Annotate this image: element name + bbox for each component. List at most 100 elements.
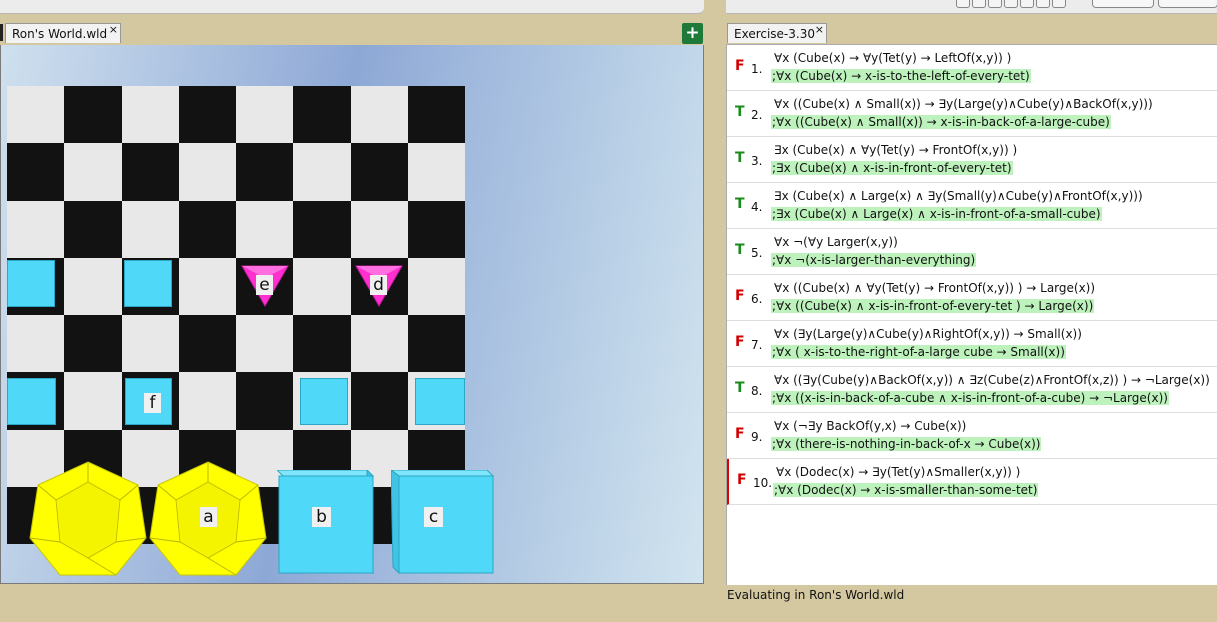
sentence-formula[interactable]: ∀x (Dodec(x) → ∃y(Tet(y)∧Smaller(x,y)) ) xyxy=(776,465,1020,479)
sentence-row[interactable]: T 3. ∃x (Cube(x) ∧ ∀y(Tet(y) → FrontOf(x,y… xyxy=(727,137,1217,183)
sentence-comment[interactable]: ;∀x (Dodec(x) → x-is-smaller-than-some-t… xyxy=(773,483,1039,497)
sentence-formula[interactable]: ∀x (¬∃y BackOf(y,x) → Cube(x)) xyxy=(774,419,966,433)
board-square[interactable] xyxy=(178,200,236,258)
board-square[interactable] xyxy=(293,200,351,258)
board-square[interactable] xyxy=(407,200,465,258)
board-square[interactable] xyxy=(7,143,65,201)
toolbar-button[interactable] xyxy=(1020,0,1034,8)
sentence-formula[interactable]: ∀x (Cube(x) → ∀y(Tet(y) → LeftOf(x,y)) ) xyxy=(774,51,1011,65)
toolbar-field[interactable] xyxy=(1158,0,1217,8)
toolbar-field[interactable] xyxy=(1092,0,1154,8)
board-square[interactable] xyxy=(350,200,408,258)
board-square[interactable] xyxy=(350,315,408,373)
sentence-list[interactable]: F 1. ∀x (Cube(x) → ∀y(Tet(y) → LeftOf(x,y)… xyxy=(726,44,1217,585)
board-square[interactable] xyxy=(7,86,65,144)
board-square[interactable] xyxy=(178,143,236,201)
sentence-row[interactable]: T 5. ∀x ¬(∀y Larger(x,y)) ;∀x ¬(x-is-larger… xyxy=(727,229,1217,275)
board-square[interactable] xyxy=(178,315,236,373)
sentence-number: 2. xyxy=(751,108,763,122)
board-square[interactable] xyxy=(407,315,465,373)
small-cube[interactable] xyxy=(7,378,56,425)
sentence-formula[interactable]: ∃x (Cube(x) ∧ Large(x) ∧ ∃y(Small(y)∧Cub… xyxy=(774,189,1143,203)
sentence-row[interactable]: F 7. ∀x (∃y(Large(y)∧Cube(y)∧RightOf(x,y))… xyxy=(727,321,1217,367)
board-square[interactable] xyxy=(350,86,408,144)
tet-e-label: e xyxy=(256,275,273,295)
truth-value: T xyxy=(735,104,745,120)
board-square[interactable] xyxy=(407,257,465,315)
sentence-formula[interactable]: ∀x ¬(∀y Larger(x,y)) xyxy=(774,235,898,249)
toolbar-button[interactable] xyxy=(988,0,1002,8)
board-square[interactable] xyxy=(350,372,408,430)
sentence-row[interactable]: F 9. ∀x (¬∃y BackOf(y,x) → Cube(x)) ;∀x (th… xyxy=(727,413,1217,459)
board-square[interactable] xyxy=(236,143,294,201)
sentence-row[interactable]: F 1. ∀x (Cube(x) → ∀y(Tet(y) → LeftOf(x,y)… xyxy=(727,45,1217,91)
sentence-row[interactable]: T 2. ∀x ((Cube(x) ∧ Small(x)) → ∃y(Large(y… xyxy=(727,91,1217,137)
sentence-number: 3. xyxy=(751,154,763,168)
board-square[interactable] xyxy=(236,372,294,430)
tab-scroll-marker xyxy=(0,24,3,41)
board-square[interactable] xyxy=(64,86,122,144)
sentence-comment[interactable]: ;∀x ((Cube(x) ∧ Small(x)) → x-is-in-back… xyxy=(771,115,1111,129)
sentence-comment[interactable]: ;∃x (Cube(x) ∧ Large(x) ∧ x-is-in-front-… xyxy=(771,207,1102,221)
board-square[interactable] xyxy=(293,315,351,373)
cube-c-shape[interactable] xyxy=(391,470,495,574)
toolbar-button[interactable] xyxy=(1052,0,1066,8)
small-cube[interactable] xyxy=(300,378,348,425)
board-square[interactable] xyxy=(178,372,236,430)
sentence-formula[interactable]: ∀x ((Cube(x) ∧ ∀y(Tet(y) → FrontOf(x,y))… xyxy=(774,281,1095,295)
close-icon[interactable]: × xyxy=(815,20,824,40)
board-square[interactable] xyxy=(7,200,65,258)
toolbar-button[interactable] xyxy=(1004,0,1018,8)
sentence-formula[interactable]: ∀x (∃y(Large(y)∧Cube(y)∧RightOf(x,y)) → … xyxy=(774,327,1082,341)
sentence-row[interactable]: T 8. ∀x ((∃y(Cube(y)∧BackOf(x,y)) ∧ ∃z(Cub… xyxy=(727,367,1217,413)
sentence-row[interactable]: F 10. ∀x (Dodec(x) → ∃y(Tet(y)∧Smaller(x,y… xyxy=(727,459,1217,505)
small-cube[interactable] xyxy=(415,378,465,425)
toolbar-button[interactable] xyxy=(1036,0,1050,8)
board-square[interactable] xyxy=(64,200,122,258)
sentence-comment[interactable]: ;∀x ¬(x-is-larger-than-everything) xyxy=(771,253,977,267)
board-square[interactable] xyxy=(64,315,122,373)
small-cube[interactable] xyxy=(7,260,55,307)
sentence-comment[interactable]: ;∀x ((x-is-in-back-of-a-cube ∧ x-is-in-f… xyxy=(771,391,1169,405)
board-square[interactable] xyxy=(236,200,294,258)
tab-exercise-file[interactable]: Exercise-3.30 × xyxy=(727,23,827,43)
small-cube[interactable] xyxy=(124,260,172,307)
board-square[interactable] xyxy=(178,257,236,315)
sentence-comment[interactable]: ;∀x (Cube(x) → x-is-to-the-left-of-every… xyxy=(771,69,1031,83)
board-square[interactable] xyxy=(350,143,408,201)
sentence-comment[interactable]: ;∃x (Cube(x) ∧ x-is-in-front-of-every-te… xyxy=(771,161,1013,175)
board-square[interactable] xyxy=(7,315,65,373)
board-square[interactable] xyxy=(121,86,179,144)
sentence-formula[interactable]: ∀x ((Cube(x) ∧ Small(x)) → ∃y(Large(y)∧C… xyxy=(774,97,1153,111)
board-square[interactable] xyxy=(236,315,294,373)
board-square[interactable] xyxy=(64,257,122,315)
large-dodec[interactable] xyxy=(28,460,148,580)
toolbar-button[interactable] xyxy=(972,0,986,8)
board-square[interactable] xyxy=(64,372,122,430)
board-square[interactable] xyxy=(293,143,351,201)
sentence-row[interactable]: F 6. ∀x ((Cube(x) ∧ ∀y(Tet(y) → FrontOf(x,… xyxy=(727,275,1217,321)
add-world-button[interactable]: + xyxy=(682,23,703,44)
sentence-comment[interactable]: ;∀x ((Cube(x) ∧ x-is-in-front-of-every-t… xyxy=(771,299,1095,313)
board-square[interactable] xyxy=(121,143,179,201)
board-square[interactable] xyxy=(293,86,351,144)
world-view[interactable]: e d f a b c xyxy=(0,45,704,584)
cube-f-label: f xyxy=(144,393,161,413)
board-square[interactable] xyxy=(121,315,179,373)
sentence-comment[interactable]: ;∀x ( x-is-to-the-right-of-a-large cube … xyxy=(771,345,1066,359)
sentence-row[interactable]: T 4. ∃x (Cube(x) ∧ Large(x) ∧ ∃y(Small(y)∧… xyxy=(727,183,1217,229)
sentence-formula[interactable]: ∀x ((∃y(Cube(y)∧BackOf(x,y)) ∧ ∃z(Cube(z… xyxy=(774,373,1210,387)
tet-d-label: d xyxy=(370,275,387,295)
board-square[interactable] xyxy=(293,257,351,315)
sentence-formula[interactable]: ∃x (Cube(x) ∧ ∀y(Tet(y) → FrontOf(x,y)) … xyxy=(774,143,1017,157)
close-icon[interactable]: × xyxy=(109,20,118,40)
board-square[interactable] xyxy=(407,143,465,201)
board-square[interactable] xyxy=(64,143,122,201)
sentence-comment[interactable]: ;∀x (there-is-nothing-in-back-of-x → Cub… xyxy=(771,437,1042,451)
toolbar-button[interactable] xyxy=(956,0,970,8)
board-square[interactable] xyxy=(178,86,236,144)
board-square[interactable] xyxy=(121,200,179,258)
board-square[interactable] xyxy=(407,86,465,144)
tab-world-file[interactable]: Ron's World.wld × xyxy=(5,23,121,43)
board-square[interactable] xyxy=(236,86,294,144)
